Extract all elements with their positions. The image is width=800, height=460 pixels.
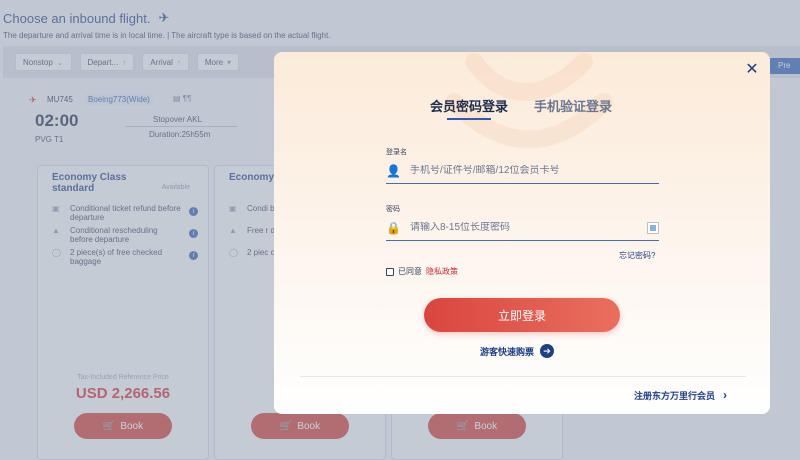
forgot-password-link[interactable]: 忘记密码? bbox=[619, 250, 655, 261]
divider bbox=[300, 376, 746, 377]
user-icon: 👤 bbox=[386, 163, 401, 178]
guest-booking-link[interactable]: 游客快速购票 ➔ bbox=[480, 344, 555, 358]
login-modal: ✕ 会员密码登录 手机验证登录 登录名 👤 密码 🔒 忘记密码? 已同意 隐私政… bbox=[274, 52, 770, 414]
lock-icon: 🔒 bbox=[386, 220, 401, 235]
show-password-icon[interactable] bbox=[647, 221, 659, 234]
close-icon[interactable]: ✕ bbox=[744, 62, 760, 78]
password-field: 🔒 bbox=[386, 215, 659, 241]
register-member-link[interactable]: 注册东方万里行会员 › bbox=[634, 388, 727, 402]
agree-checkbox[interactable] bbox=[386, 267, 394, 276]
tab-phone-login[interactable]: 手机验证登录 bbox=[534, 96, 612, 115]
login-button[interactable]: 立即登录 bbox=[424, 298, 620, 332]
password-input[interactable] bbox=[410, 222, 647, 233]
arrow-right-circle-icon: ➔ bbox=[540, 344, 555, 358]
active-tab-indicator bbox=[447, 118, 491, 120]
privacy-agreement: 已同意 隐私政策 bbox=[386, 266, 458, 277]
username-input[interactable] bbox=[410, 165, 659, 176]
username-field: 👤 bbox=[386, 158, 659, 184]
password-label: 密码 bbox=[386, 206, 400, 213]
chevron-right-icon: › bbox=[723, 388, 728, 402]
tab-password-login[interactable]: 会员密码登录 bbox=[430, 96, 508, 115]
username-label: 登录名 bbox=[386, 149, 407, 156]
privacy-policy-link[interactable]: 隐私政策 bbox=[426, 266, 458, 277]
agree-label: 已同意 bbox=[398, 267, 422, 276]
